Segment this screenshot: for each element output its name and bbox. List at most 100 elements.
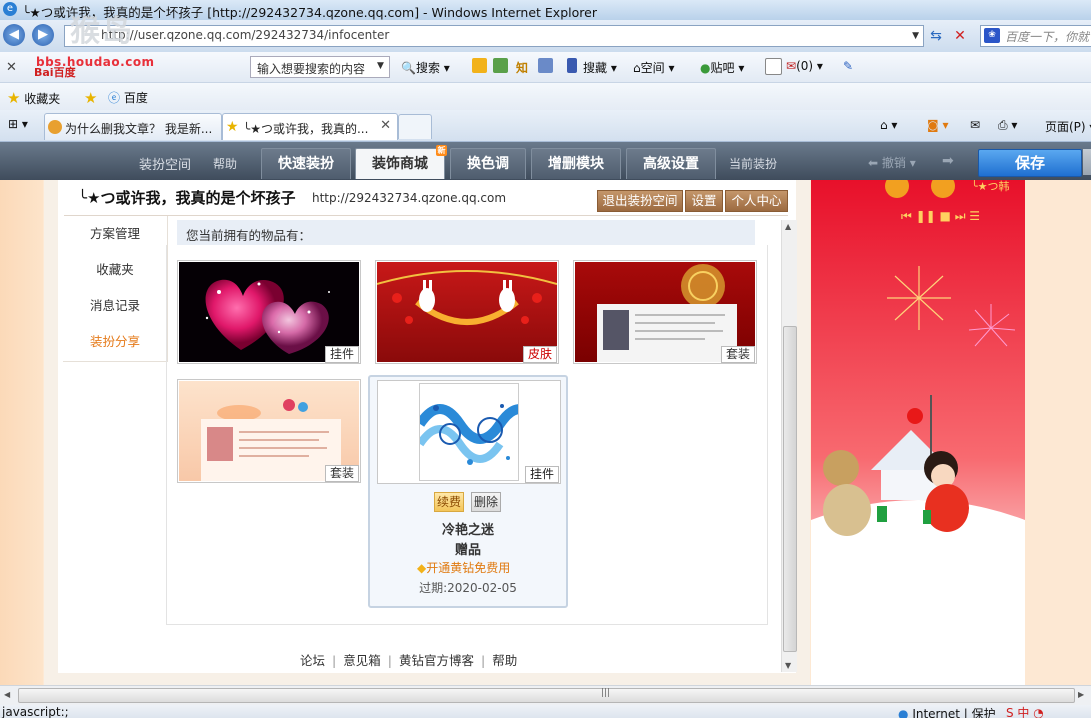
item-name: 冷艳之迷 <box>441 523 494 538</box>
add-favorite-icon[interactable]: ★ <box>84 89 97 107</box>
right-decor-image: ╰★つ韩 ⏮ ❚❚ ■ ⏭ ☰ <box>811 180 1025 685</box>
decor-signature: ╰★つ韩 <box>971 180 1009 193</box>
left-menu: 方案管理 收藏夹 消息记录 装扮分享 <box>63 216 168 362</box>
baidu-logo: Bai百度 <box>34 66 76 79</box>
collect-button[interactable]: 搜藏 ▾ <box>583 59 617 76</box>
message-count-button[interactable]: ✉(0) ▾ <box>786 59 823 73</box>
delete-button[interactable]: 删除 <box>471 492 501 512</box>
item-type-tag: 挂件 <box>324 346 359 363</box>
star-tab-icon: ★ <box>226 119 239 135</box>
current-decor-link[interactable]: 当前装扮 <box>729 155 777 172</box>
ie-page-icon: ⓔ <box>108 91 121 105</box>
know-button[interactable]: 知 <box>516 59 528 76</box>
quick-tabs-icon[interactable]: ⊞ ▾ <box>8 117 28 131</box>
exit-decor-button[interactable]: 退出装扮空间 <box>597 190 683 212</box>
vip-free-link[interactable]: ◆开通黄钻免费用 <box>417 559 510 576</box>
space-title: ╰★つ或许我，我真的是个坏孩子 <box>78 189 296 207</box>
scroll-grip-icon: ||| <box>601 688 611 698</box>
baidu-search-hint: 输入想要搜索的内容 <box>257 62 366 76</box>
tab-article[interactable]: 为什么删我文章？ 我是新... <box>44 113 222 140</box>
tab-edit-modules[interactable]: 增删模块 <box>531 148 621 179</box>
tab-decor-mall[interactable]: 装饰商城 新 <box>355 145 447 179</box>
watermark-logo-icon: 猴岛 <box>70 14 134 49</box>
favorite-baidu[interactable]: ⓔ 百度 <box>108 89 148 106</box>
new-badge: 新 <box>436 145 447 156</box>
left-decor-strip <box>0 180 43 685</box>
save-button[interactable]: 保存 <box>978 149 1082 177</box>
menu-decor-share[interactable]: 装扮分享 <box>63 331 167 350</box>
status-bar: javascript:; ● Internet | 保护 S 中 ◔ <box>0 705 1091 718</box>
scroll-left-icon[interactable]: ◀ <box>4 690 10 699</box>
page-icon[interactable] <box>765 58 782 75</box>
selected-item-card[interactable]: 挂件 续费 删除 冷艳之迷 赠品 ◆开通黄钻免费用 过期:2020-02-05 <box>368 375 568 608</box>
menu-message-log[interactable]: 消息记录 <box>63 295 167 314</box>
scroll-right-icon[interactable]: ▶ <box>1078 690 1084 699</box>
item-type-tag: 套装 <box>324 465 359 482</box>
search-box[interactable]: ❀ 百度一下，你就 <box>980 25 1091 47</box>
feeds-icon[interactable]: ◙ ▾ <box>927 118 948 132</box>
tab-qzone[interactable]: ★ ╰★つ或许我，我真的... ✕ <box>222 113 398 140</box>
search-dropdown-icon[interactable]: ▼ <box>377 61 384 71</box>
menu-plan-manage[interactable]: 方案管理 <box>63 223 167 242</box>
collect-icon <box>567 58 577 73</box>
footer-link-feedback[interactable]: 意见箱 <box>343 653 381 668</box>
page-menu[interactable]: 页面(P) ▾ <box>1045 118 1091 135</box>
settings-button[interactable]: 设置 <box>685 190 723 212</box>
tab-advanced[interactable]: 高级设置 <box>626 148 716 179</box>
redo-icon[interactable]: ➡ <box>942 153 954 169</box>
owned-items-header: 您当前拥有的物品有： <box>177 220 755 245</box>
scrollbar-thumb[interactable] <box>783 326 797 652</box>
item-card[interactable]: 挂件 <box>177 260 361 364</box>
refresh-button[interactable]: ⇆ <box>926 26 946 46</box>
panel-scrollbar[interactable]: ▲ ▼ <box>781 220 797 672</box>
scroll-down-icon[interactable]: ▼ <box>785 661 791 670</box>
item-card[interactable]: 套装 <box>573 260 757 364</box>
footer-link-help[interactable]: 帮助 <box>492 653 517 668</box>
toolbar-edge <box>1083 149 1091 175</box>
chat-icon: ● <box>700 61 711 75</box>
undo-button[interactable]: ⬅ 撤销 ▾ <box>868 154 916 171</box>
baidu-search-button[interactable]: 🔍搜索 ▾ <box>401 59 450 76</box>
horizontal-scrollbar-thumb[interactable] <box>18 688 1075 703</box>
new-tab-button[interactable] <box>398 114 432 139</box>
house-icon: ⌂ <box>633 61 641 75</box>
tab-change-color[interactable]: 换色调 <box>450 148 526 179</box>
pen-icon[interactable]: ✎ <box>843 59 853 73</box>
tab-quick-decor[interactable]: 快速装扮 <box>261 148 351 179</box>
header-divider <box>64 215 788 216</box>
renew-button[interactable]: 续费 <box>434 492 464 512</box>
baidu-paw-icon: ❀ <box>984 28 1000 43</box>
footer-link-forum[interactable]: 论坛 <box>300 653 325 668</box>
address-dropdown-icon[interactable]: ▼ <box>912 31 919 41</box>
status-text: javascript:; <box>2 705 69 718</box>
calendar-icon[interactable] <box>538 58 553 73</box>
tieba-button[interactable]: ●贴吧 ▾ <box>700 59 744 76</box>
music-player-controls-icon: ⏮ ❚❚ ■ ⏭ ☰ <box>901 209 980 223</box>
item-card[interactable]: 皮肤 <box>375 260 559 364</box>
help-link[interactable]: 帮助 <box>213 155 237 172</box>
space-url: http://292432734.qzone.qq.com <box>312 191 507 205</box>
scroll-up-icon[interactable]: ▲ <box>785 222 791 231</box>
image-icon[interactable] <box>493 58 508 73</box>
footer-link-vip-blog[interactable]: 黄钻官方博客 <box>399 653 474 668</box>
right-decor-strip <box>1025 180 1091 685</box>
item-expire-date: 过期:2020-02-05 <box>419 581 517 595</box>
security-zone: ● Internet | 保护 <box>898 705 996 718</box>
horizontal-scrollbar[interactable]: ◀ ||| ▶ <box>0 685 1091 705</box>
personal-center-button[interactable]: 个人中心 <box>725 190 788 212</box>
mail-icon: ✉ <box>786 59 797 73</box>
tab-close-icon[interactable]: ✕ <box>380 118 391 133</box>
monkey-icon <box>48 120 62 134</box>
favorites-button[interactable]: ★ 收藏夹 <box>7 89 60 107</box>
decor-space-link[interactable]: 装扮空间 <box>139 154 191 173</box>
address-bar[interactable]: http://user.qzone.qq.com/292432734/infoc… <box>64 25 924 47</box>
space-button[interactable]: ⌂空间 ▾ <box>633 59 674 76</box>
stop-button[interactable]: ✕ <box>950 26 970 46</box>
item-card[interactable]: 套装 <box>177 379 361 483</box>
print-icon[interactable]: ⎙ ▾ <box>998 118 1017 133</box>
music-icon[interactable] <box>472 58 487 73</box>
menu-favorites[interactable]: 收藏夹 <box>63 259 167 278</box>
read-mail-icon[interactable]: ✉ <box>970 118 980 132</box>
home-icon[interactable]: ⌂ ▾ <box>880 118 897 132</box>
watermark-overlay: 猴岛 bbs.houdao.com Bai百度 <box>0 0 154 80</box>
